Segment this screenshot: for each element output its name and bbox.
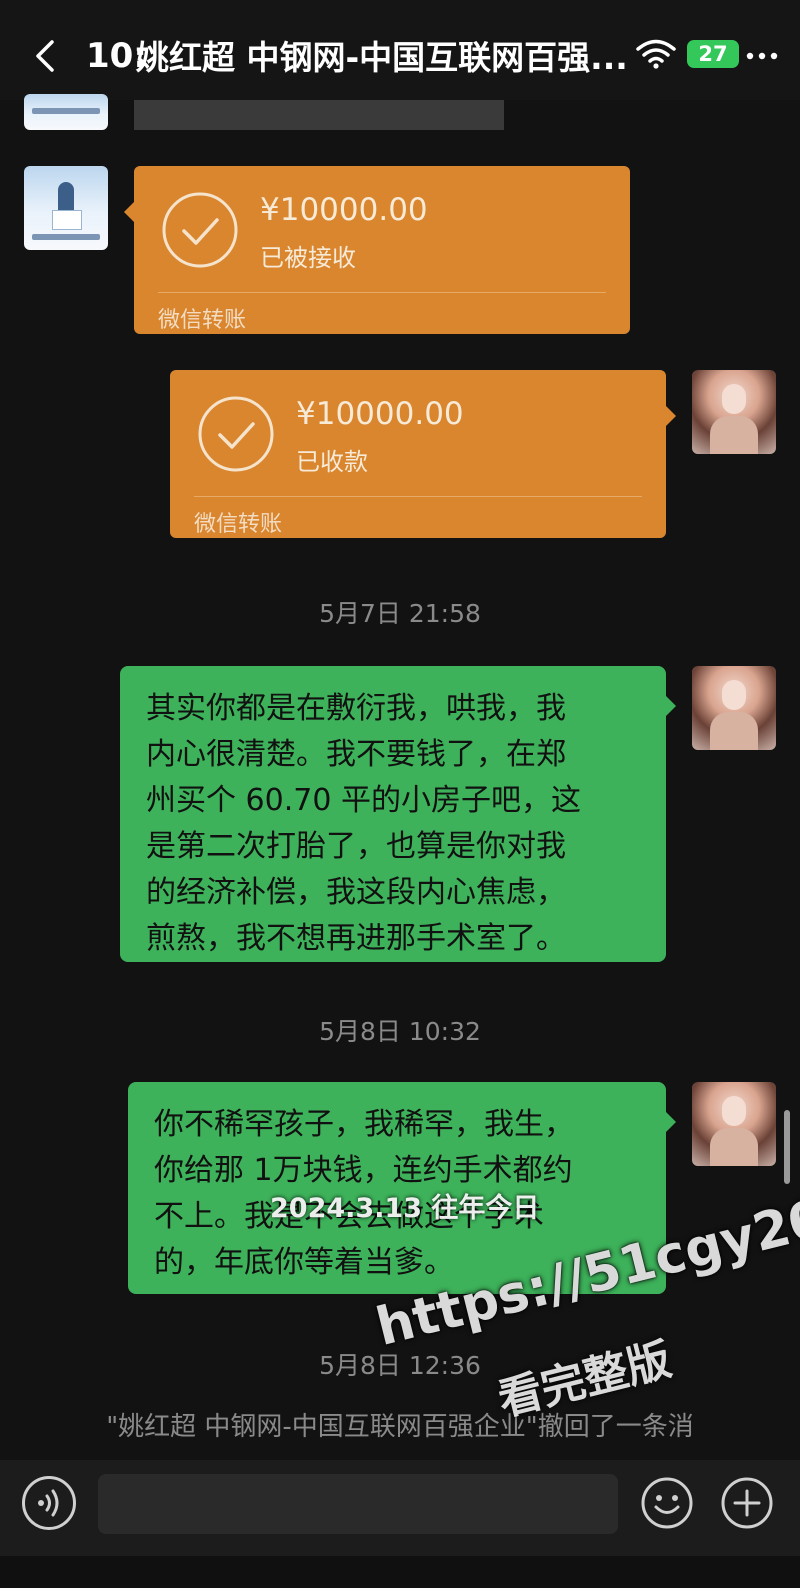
message-timestamp: 5月7日 21:58 — [319, 599, 481, 628]
message-line: 的经济补偿，我这段内心焦虑， — [146, 875, 566, 910]
partial-message — [134, 100, 504, 130]
transfer-bubble[interactable]: ¥10000.00 已被接收 微信转账 — [124, 166, 630, 334]
voice-icon — [38, 1489, 59, 1517]
message-line: 煎熬，我不想再进那手术室了。 — [146, 921, 566, 956]
home-indicator — [0, 1556, 800, 1588]
check-circle-icon — [198, 396, 274, 472]
contact-avatar[interactable] — [24, 166, 108, 250]
my-avatar[interactable] — [692, 666, 776, 750]
plus-icon[interactable] — [720, 1476, 774, 1530]
message-line: 州买个 60.70 平的小房子吧，这 — [146, 783, 581, 818]
more-dots-icon[interactable] — [740, 36, 784, 76]
transfer-amount: ¥10000.00 — [260, 192, 428, 228]
recall-notice: "姚红超 中钢网-中国互联网百强企业"撤回了一条消 — [106, 1412, 694, 1442]
back-button[interactable] — [24, 34, 68, 78]
text-message-bubble[interactable]: 其实你都是在敷衍我，哄我，我 内心很清楚。我不要钱了，在郑 州买个 60.70 … — [120, 666, 676, 962]
transfer-bubble[interactable]: ¥10000.00 已收款 微信转账 — [170, 370, 676, 538]
transfer-label: 微信转账 — [194, 512, 283, 537]
contact-avatar[interactable] — [24, 94, 108, 130]
message-input[interactable] — [98, 1474, 618, 1534]
transfer-status: 已收款 — [296, 448, 368, 476]
emoji-icon[interactable] — [640, 1476, 694, 1530]
message-line: 你不稀罕孩子，我稀罕，我生， — [154, 1107, 574, 1142]
scrollbar[interactable] — [784, 1110, 790, 1184]
chat-title: 姚红超 中钢网-中国互联网百强... — [136, 38, 628, 77]
chevron-left-icon — [36, 40, 54, 72]
date-overlay: 2024.3.13 往年今日 — [270, 1193, 540, 1224]
message-line: 内心很清楚。我不要钱了，在郑 — [146, 737, 566, 772]
chat-screen: 10: 姚红超 中钢网-中国互联网百强... 27 ¥10000.00 已被接收… — [0, 0, 800, 1588]
message-timestamp: 5月8日 10:32 — [319, 1017, 481, 1046]
wifi-icon — [636, 39, 676, 69]
chat-header: 10: 姚红超 中钢网-中国互联网百强... 27 — [0, 0, 800, 100]
transfer-label: 微信转账 — [158, 308, 247, 333]
message-line: 其实你都是在敷衍我，哄我，我 — [146, 691, 566, 726]
transfer-status: 已被接收 — [260, 244, 356, 272]
my-avatar[interactable] — [692, 1082, 776, 1166]
divider — [158, 292, 606, 293]
check-circle-icon — [162, 192, 238, 268]
transfer-amount: ¥10000.00 — [296, 396, 464, 432]
divider — [194, 496, 642, 497]
battery-indicator: 27 — [687, 40, 739, 68]
voice-button[interactable] — [22, 1476, 76, 1530]
message-line: 是第二次打胎了，也算是你对我 — [146, 829, 566, 864]
my-avatar[interactable] — [692, 370, 776, 454]
